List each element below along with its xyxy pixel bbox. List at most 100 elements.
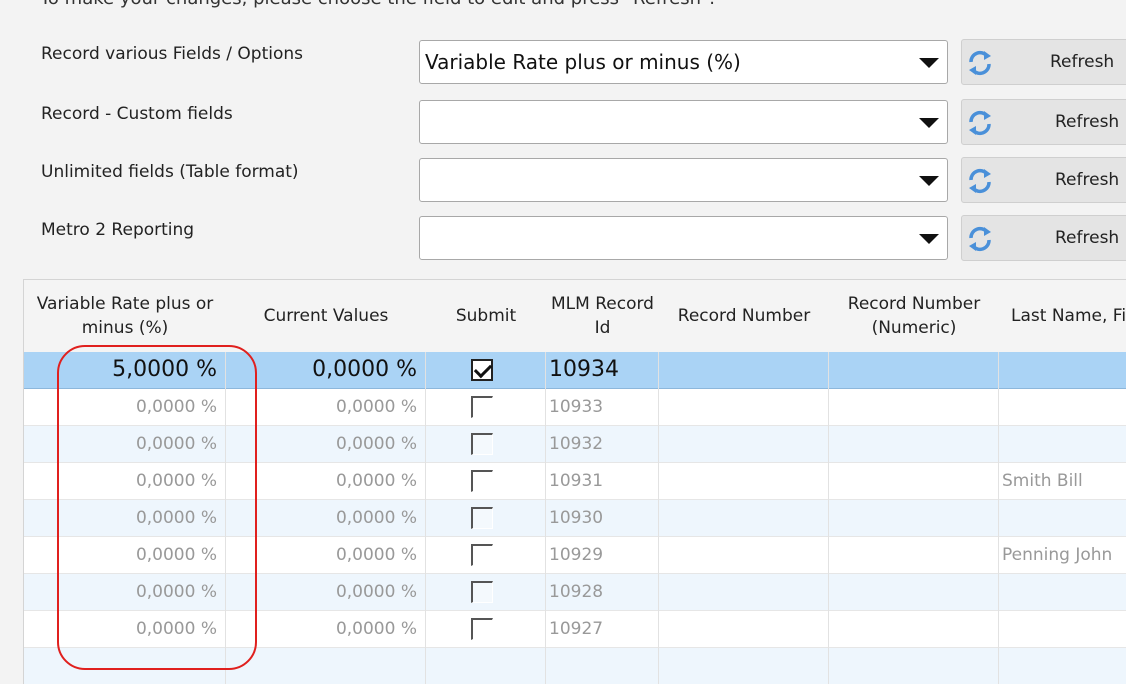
- cell-variable-rate[interactable]: 5,0000 %: [24, 352, 226, 388]
- cell-variable-rate[interactable]: 0,0000 %: [24, 389, 226, 425]
- cell-record-number-numeric: [829, 463, 999, 499]
- submit-checkbox[interactable]: [471, 507, 493, 529]
- cell-mlm-record-id: 10934: [546, 352, 659, 388]
- column-header-submit[interactable]: Submit: [426, 280, 546, 352]
- metro2-reporting-select[interactable]: [419, 216, 948, 260]
- cell-variable-rate[interactable]: 0,0000 %: [24, 611, 226, 647]
- cell-current-value: 0,0000 %: [226, 463, 426, 499]
- data-grid: Variable Rate plus or minus (%) Current …: [23, 279, 1126, 684]
- record-various-fields-select[interactable]: Variable Rate plus or minus (%): [419, 40, 948, 84]
- cell-last-name: [999, 500, 1126, 536]
- chevron-down-icon: [919, 176, 939, 186]
- refresh-button[interactable]: Refresh: [961, 99, 1126, 145]
- column-divider: [545, 352, 546, 684]
- column-header-variable-rate[interactable]: Variable Rate plus or minus (%): [24, 280, 226, 352]
- cell-current-value: 0,0000 %: [226, 537, 426, 573]
- column-divider: [828, 352, 829, 684]
- cell-record-number: [659, 574, 829, 610]
- form-row-record-various-fields: Record various Fields / Options Variable…: [0, 39, 1126, 86]
- refresh-label: Refresh: [1055, 170, 1120, 190]
- refresh-label: Refresh: [1055, 228, 1120, 248]
- column-divider: [658, 352, 659, 684]
- refresh-button[interactable]: Refresh: [961, 215, 1126, 261]
- refresh-button[interactable]: Refresh: [961, 39, 1126, 85]
- refresh-label: Refresh: [1050, 52, 1115, 72]
- table-row[interactable]: 0,0000 % 0,0000 % 10928: [24, 574, 1126, 611]
- select-value: Variable Rate plus or minus (%): [425, 50, 741, 74]
- cell-mlm-record-id: 10929: [546, 537, 659, 573]
- refresh-label: Refresh: [1055, 112, 1120, 132]
- submit-checkbox[interactable]: [471, 581, 493, 603]
- column-header-mlm-record-id[interactable]: MLM Record Id: [546, 280, 659, 352]
- cell-record-number-numeric: [829, 426, 999, 462]
- refresh-button[interactable]: Refresh: [961, 157, 1126, 203]
- table-row[interactable]: 0,0000 % 0,0000 % 10930: [24, 500, 1126, 537]
- table-row[interactable]: 0,0000 % 0,0000 % 10931 Smith Bill: [24, 463, 1126, 500]
- table-row[interactable]: 0,0000 % 0,0000 % 10932: [24, 426, 1126, 463]
- form-label: Record various Fields / Options: [41, 44, 303, 64]
- submit-checkbox[interactable]: [471, 618, 493, 640]
- cell-last-name: [999, 352, 1126, 388]
- form-label: Record - Custom fields: [41, 104, 233, 124]
- cell-variable-rate[interactable]: 0,0000 %: [24, 500, 226, 536]
- cell-current-value: 0,0000 %: [226, 611, 426, 647]
- submit-checkbox[interactable]: [471, 470, 493, 492]
- cell-mlm-record-id: 10933: [546, 389, 659, 425]
- cell-current-value: 0,0000 %: [226, 389, 426, 425]
- submit-checkbox[interactable]: [471, 544, 493, 566]
- cell-last-name: Smith Bill: [1002, 471, 1083, 491]
- chevron-down-icon: [919, 58, 939, 68]
- column-divider: [225, 352, 226, 684]
- unlimited-fields-select[interactable]: [419, 158, 948, 202]
- column-header-record-number[interactable]: Record Number: [659, 280, 829, 352]
- table-row[interactable]: 5,0000 % 0,0000 % 10934: [24, 352, 1126, 389]
- submit-checkbox[interactable]: [471, 396, 493, 418]
- cell-last-name: Penning John: [1002, 545, 1113, 565]
- cell-record-number: [659, 537, 829, 573]
- cell-current-value: 0,0000 %: [226, 352, 426, 388]
- form-row-custom-fields: Record - Custom fields Refresh: [0, 99, 1126, 146]
- column-header-last-name[interactable]: Last Name, Firs: [999, 280, 1126, 352]
- cell-variable-rate[interactable]: 0,0000 %: [24, 537, 226, 573]
- refresh-icon: [969, 168, 991, 194]
- table-row[interactable]: 0,0000 % 0,0000 % 10933: [24, 389, 1126, 426]
- cell-variable-rate[interactable]: 0,0000 %: [24, 463, 226, 499]
- form-label: Metro 2 Reporting: [41, 220, 195, 240]
- column-header-record-number-numeric[interactable]: Record Number (Numeric): [829, 280, 999, 352]
- cell-current-value: 0,0000 %: [226, 500, 426, 536]
- refresh-icon: [969, 110, 991, 136]
- custom-fields-select[interactable]: [419, 100, 948, 144]
- form-row-unlimited-fields: Unlimited fields (Table format) Refresh: [0, 157, 1126, 204]
- cell-record-number-numeric: [829, 352, 999, 388]
- cell-last-name: [999, 426, 1126, 462]
- form-row-metro2-reporting: Metro 2 Reporting Refresh: [0, 215, 1126, 262]
- refresh-icon: [969, 226, 991, 252]
- table-row[interactable]: 0,0000 % 0,0000 % 10929 Penning John: [24, 537, 1126, 574]
- cell-record-number: [659, 611, 829, 647]
- cell-record-number: [659, 463, 829, 499]
- cell-current-value: 0,0000 %: [226, 574, 426, 610]
- grid-empty-area: [24, 648, 1126, 684]
- cell-record-number: [659, 426, 829, 462]
- refresh-icon: [969, 50, 991, 76]
- cell-record-number-numeric: [829, 500, 999, 536]
- chevron-down-icon: [919, 234, 939, 244]
- cell-record-number-numeric: [829, 574, 999, 610]
- grid-header: Variable Rate plus or minus (%) Current …: [24, 280, 1126, 352]
- cell-record-number-numeric: [829, 537, 999, 573]
- cell-mlm-record-id: 10928: [546, 574, 659, 610]
- cell-record-number-numeric: [829, 611, 999, 647]
- cell-last-name: [999, 389, 1126, 425]
- cell-variable-rate[interactable]: 0,0000 %: [24, 426, 226, 462]
- column-divider: [425, 352, 426, 684]
- cell-record-number: [659, 500, 829, 536]
- form-label: Unlimited fields (Table format): [41, 162, 299, 182]
- table-row[interactable]: 0,0000 % 0,0000 % 10927: [24, 611, 1126, 648]
- submit-checkbox[interactable]: [471, 433, 493, 455]
- column-header-current-values[interactable]: Current Values: [226, 280, 426, 352]
- cell-last-name: [999, 611, 1126, 647]
- instructions-text: To make your changes, please choose the …: [40, 0, 715, 9]
- cell-variable-rate[interactable]: 0,0000 %: [24, 574, 226, 610]
- submit-checkbox[interactable]: [471, 359, 493, 381]
- cell-mlm-record-id: 10932: [546, 426, 659, 462]
